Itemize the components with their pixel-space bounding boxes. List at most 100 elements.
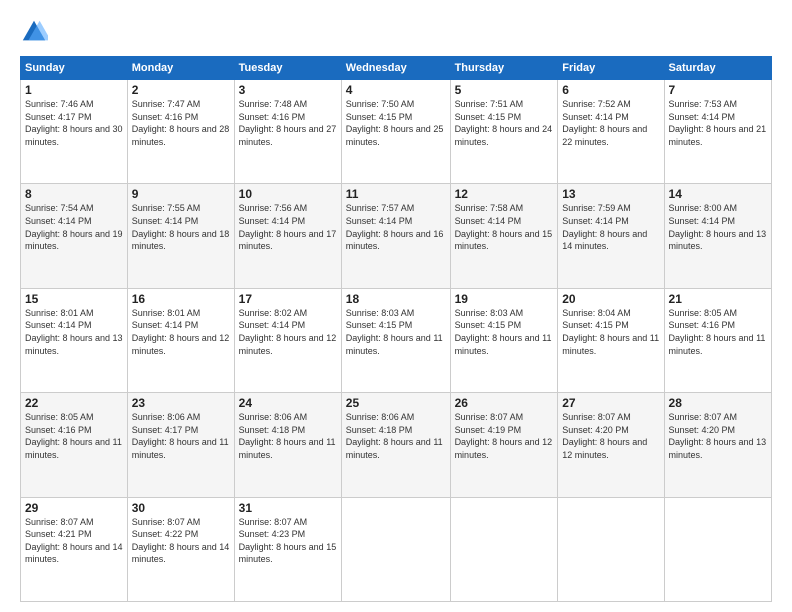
calendar-cell: 16Sunrise: 8:01 AMSunset: 4:14 PMDayligh… [127,288,234,392]
calendar-header-row: SundayMondayTuesdayWednesdayThursdayFrid… [21,57,772,80]
calendar-cell [558,497,664,601]
calendar-cell: 14Sunrise: 8:00 AMSunset: 4:14 PMDayligh… [664,184,771,288]
day-number: 8 [25,187,123,201]
day-info: Sunrise: 8:01 AMSunset: 4:14 PMDaylight:… [25,307,123,357]
day-number: 29 [25,501,123,515]
day-number: 7 [669,83,767,97]
calendar-cell [341,497,450,601]
day-number: 26 [455,396,554,410]
calendar-cell: 27Sunrise: 8:07 AMSunset: 4:20 PMDayligh… [558,393,664,497]
calendar-cell: 20Sunrise: 8:04 AMSunset: 4:15 PMDayligh… [558,288,664,392]
calendar-cell [450,497,558,601]
calendar-cell: 23Sunrise: 8:06 AMSunset: 4:17 PMDayligh… [127,393,234,497]
logo [20,18,52,46]
day-info: Sunrise: 8:07 AMSunset: 4:20 PMDaylight:… [562,411,659,461]
day-number: 9 [132,187,230,201]
calendar-cell: 5Sunrise: 7:51 AMSunset: 4:15 PMDaylight… [450,80,558,184]
calendar-day-header: Sunday [21,57,128,80]
day-number: 18 [346,292,446,306]
calendar-cell: 4Sunrise: 7:50 AMSunset: 4:15 PMDaylight… [341,80,450,184]
day-info: Sunrise: 7:50 AMSunset: 4:15 PMDaylight:… [346,98,446,148]
calendar-cell: 24Sunrise: 8:06 AMSunset: 4:18 PMDayligh… [234,393,341,497]
calendar-cell: 28Sunrise: 8:07 AMSunset: 4:20 PMDayligh… [664,393,771,497]
day-info: Sunrise: 7:47 AMSunset: 4:16 PMDaylight:… [132,98,230,148]
day-number: 10 [239,187,337,201]
day-info: Sunrise: 7:51 AMSunset: 4:15 PMDaylight:… [455,98,554,148]
calendar-cell: 11Sunrise: 7:57 AMSunset: 4:14 PMDayligh… [341,184,450,288]
calendar-day-header: Thursday [450,57,558,80]
day-number: 16 [132,292,230,306]
day-info: Sunrise: 7:58 AMSunset: 4:14 PMDaylight:… [455,202,554,252]
calendar-cell: 12Sunrise: 7:58 AMSunset: 4:14 PMDayligh… [450,184,558,288]
day-number: 13 [562,187,659,201]
calendar-cell: 1Sunrise: 7:46 AMSunset: 4:17 PMDaylight… [21,80,128,184]
day-info: Sunrise: 8:05 AMSunset: 4:16 PMDaylight:… [25,411,123,461]
calendar-cell: 21Sunrise: 8:05 AMSunset: 4:16 PMDayligh… [664,288,771,392]
day-number: 21 [669,292,767,306]
calendar-week-row: 15Sunrise: 8:01 AMSunset: 4:14 PMDayligh… [21,288,772,392]
day-info: Sunrise: 7:54 AMSunset: 4:14 PMDaylight:… [25,202,123,252]
day-info: Sunrise: 7:53 AMSunset: 4:14 PMDaylight:… [669,98,767,148]
day-number: 6 [562,83,659,97]
calendar-cell: 26Sunrise: 8:07 AMSunset: 4:19 PMDayligh… [450,393,558,497]
calendar-day-header: Monday [127,57,234,80]
day-info: Sunrise: 8:07 AMSunset: 4:23 PMDaylight:… [239,516,337,566]
header [20,18,772,46]
day-number: 5 [455,83,554,97]
calendar-cell: 9Sunrise: 7:55 AMSunset: 4:14 PMDaylight… [127,184,234,288]
calendar-cell: 13Sunrise: 7:59 AMSunset: 4:14 PMDayligh… [558,184,664,288]
day-info: Sunrise: 8:06 AMSunset: 4:18 PMDaylight:… [346,411,446,461]
calendar-week-row: 29Sunrise: 8:07 AMSunset: 4:21 PMDayligh… [21,497,772,601]
calendar-cell: 29Sunrise: 8:07 AMSunset: 4:21 PMDayligh… [21,497,128,601]
day-info: Sunrise: 8:03 AMSunset: 4:15 PMDaylight:… [346,307,446,357]
calendar-cell: 7Sunrise: 7:53 AMSunset: 4:14 PMDaylight… [664,80,771,184]
day-info: Sunrise: 7:46 AMSunset: 4:17 PMDaylight:… [25,98,123,148]
calendar-day-header: Wednesday [341,57,450,80]
day-info: Sunrise: 7:57 AMSunset: 4:14 PMDaylight:… [346,202,446,252]
day-info: Sunrise: 7:56 AMSunset: 4:14 PMDaylight:… [239,202,337,252]
day-number: 23 [132,396,230,410]
calendar-week-row: 22Sunrise: 8:05 AMSunset: 4:16 PMDayligh… [21,393,772,497]
calendar-cell: 3Sunrise: 7:48 AMSunset: 4:16 PMDaylight… [234,80,341,184]
calendar-day-header: Tuesday [234,57,341,80]
day-number: 15 [25,292,123,306]
calendar-cell: 8Sunrise: 7:54 AMSunset: 4:14 PMDaylight… [21,184,128,288]
day-info: Sunrise: 8:01 AMSunset: 4:14 PMDaylight:… [132,307,230,357]
page: SundayMondayTuesdayWednesdayThursdayFrid… [0,0,792,612]
calendar-cell: 31Sunrise: 8:07 AMSunset: 4:23 PMDayligh… [234,497,341,601]
day-info: Sunrise: 8:02 AMSunset: 4:14 PMDaylight:… [239,307,337,357]
calendar-day-header: Friday [558,57,664,80]
day-info: Sunrise: 8:07 AMSunset: 4:22 PMDaylight:… [132,516,230,566]
day-number: 19 [455,292,554,306]
day-number: 17 [239,292,337,306]
day-info: Sunrise: 8:00 AMSunset: 4:14 PMDaylight:… [669,202,767,252]
calendar-cell [664,497,771,601]
day-number: 4 [346,83,446,97]
day-number: 14 [669,187,767,201]
day-info: Sunrise: 8:03 AMSunset: 4:15 PMDaylight:… [455,307,554,357]
day-info: Sunrise: 7:59 AMSunset: 4:14 PMDaylight:… [562,202,659,252]
calendar-week-row: 1Sunrise: 7:46 AMSunset: 4:17 PMDaylight… [21,80,772,184]
day-number: 11 [346,187,446,201]
calendar-day-header: Saturday [664,57,771,80]
day-info: Sunrise: 8:06 AMSunset: 4:17 PMDaylight:… [132,411,230,461]
calendar-cell: 17Sunrise: 8:02 AMSunset: 4:14 PMDayligh… [234,288,341,392]
day-number: 27 [562,396,659,410]
day-info: Sunrise: 7:48 AMSunset: 4:16 PMDaylight:… [239,98,337,148]
day-info: Sunrise: 8:07 AMSunset: 4:20 PMDaylight:… [669,411,767,461]
day-number: 12 [455,187,554,201]
day-number: 31 [239,501,337,515]
calendar-cell: 2Sunrise: 7:47 AMSunset: 4:16 PMDaylight… [127,80,234,184]
calendar-cell: 19Sunrise: 8:03 AMSunset: 4:15 PMDayligh… [450,288,558,392]
day-number: 22 [25,396,123,410]
calendar-cell: 22Sunrise: 8:05 AMSunset: 4:16 PMDayligh… [21,393,128,497]
day-number: 25 [346,396,446,410]
day-info: Sunrise: 7:55 AMSunset: 4:14 PMDaylight:… [132,202,230,252]
calendar-cell: 15Sunrise: 8:01 AMSunset: 4:14 PMDayligh… [21,288,128,392]
day-number: 1 [25,83,123,97]
day-info: Sunrise: 8:07 AMSunset: 4:19 PMDaylight:… [455,411,554,461]
calendar-cell: 18Sunrise: 8:03 AMSunset: 4:15 PMDayligh… [341,288,450,392]
calendar-cell: 25Sunrise: 8:06 AMSunset: 4:18 PMDayligh… [341,393,450,497]
day-number: 28 [669,396,767,410]
calendar-cell: 30Sunrise: 8:07 AMSunset: 4:22 PMDayligh… [127,497,234,601]
